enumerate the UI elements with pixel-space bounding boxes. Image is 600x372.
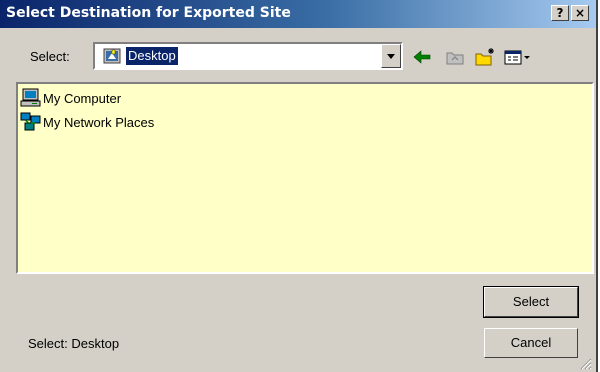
close-button[interactable]: ×	[571, 5, 589, 21]
dropdown-arrow-button[interactable]	[381, 44, 401, 68]
help-button[interactable]: ?	[551, 5, 569, 21]
list-item-label: My Network Places	[43, 114, 155, 130]
new-folder-icon	[475, 48, 494, 66]
up-folder-icon	[446, 52, 464, 65]
dialog-title: Select Destination for Exported Site	[6, 5, 291, 21]
up-one-level-button[interactable]	[444, 46, 466, 68]
view-menu-icon	[504, 50, 530, 65]
export-destination-dialog: Select Destination for Exported Site ? ×…	[0, 0, 598, 372]
desktop-icon	[103, 47, 123, 65]
status-text: Select: Desktop	[28, 336, 120, 351]
computer-icon	[20, 88, 41, 107]
resize-grip-icon[interactable]	[580, 358, 592, 370]
location-dropdown[interactable]: Desktop	[93, 42, 403, 70]
title-bar[interactable]: Select Destination for Exported Site ? ×	[0, 0, 596, 28]
select-label: Select:	[30, 49, 70, 64]
chevron-down-icon	[387, 54, 395, 59]
list-item-label: My Computer	[43, 90, 122, 106]
new-folder-button[interactable]	[474, 46, 496, 68]
back-button[interactable]	[412, 46, 432, 68]
file-list[interactable]: My Computer My Network Places	[16, 82, 594, 274]
current-location: Desktop	[125, 46, 179, 66]
view-menu-button[interactable]	[503, 46, 533, 68]
select-button[interactable]: Select	[483, 286, 579, 318]
back-arrow-icon	[413, 50, 431, 64]
network-places-icon	[20, 112, 41, 131]
list-item-my-computer[interactable]: My Computer	[20, 88, 121, 108]
cancel-button[interactable]: Cancel	[484, 328, 578, 358]
list-item-my-network-places[interactable]: My Network Places	[20, 112, 154, 132]
